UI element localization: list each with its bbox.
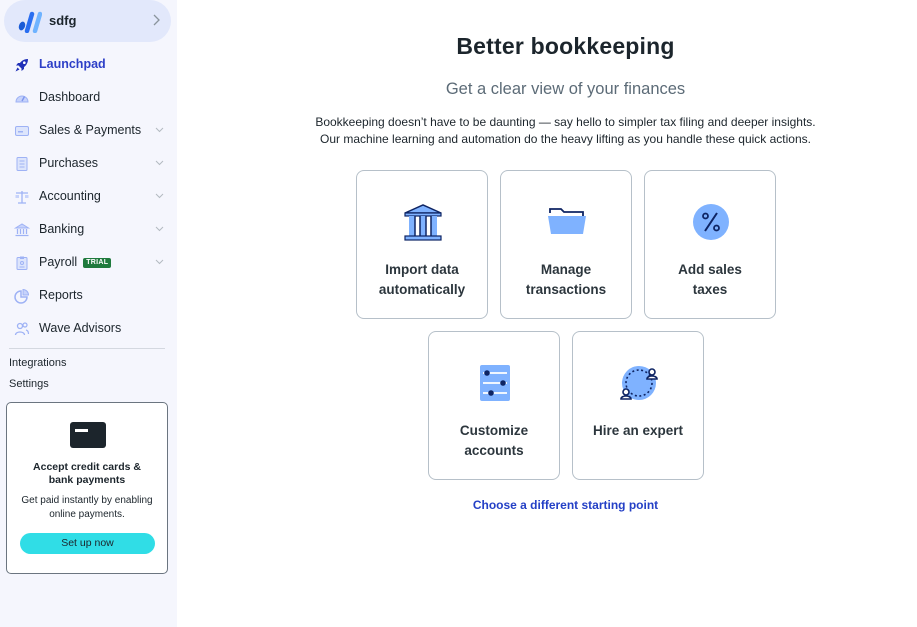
folder-icon bbox=[548, 208, 586, 234]
tile-label-line-1: Hire an expert bbox=[592, 423, 684, 438]
sidebar-item-reports[interactable]: Reports bbox=[0, 279, 177, 312]
business-name: sdfg bbox=[49, 13, 77, 28]
tile-label-line-1: Customize bbox=[459, 423, 529, 438]
tile-add-sales-taxes[interactable]: Add sales taxes bbox=[644, 170, 776, 319]
expert-exchange-icon bbox=[620, 366, 658, 400]
sidebar-item-wave-advisors[interactable]: Wave Advisors bbox=[0, 312, 177, 345]
scale-icon bbox=[15, 191, 29, 204]
rocket-icon bbox=[15, 59, 28, 72]
sidebar-item-label: Purchases bbox=[39, 156, 99, 170]
trial-badge: TRIAL bbox=[83, 258, 112, 268]
sidebar-divider bbox=[9, 348, 165, 349]
credit-card-icon bbox=[15, 126, 29, 136]
tile-label-line-1: Import data bbox=[385, 262, 459, 277]
sidebar-item-accounting[interactable]: Accounting bbox=[0, 180, 177, 213]
sidebar-item-purchases[interactable]: Purchases bbox=[0, 147, 177, 180]
chevron-down-icon[interactable] bbox=[155, 226, 164, 232]
sidebar-item-dashboard[interactable]: Dashboard bbox=[0, 81, 177, 114]
chevron-down-icon[interactable] bbox=[155, 193, 164, 199]
chevron-down-icon[interactable] bbox=[155, 259, 164, 265]
tile-customize-accounts[interactable]: Customize accounts bbox=[428, 331, 560, 480]
tile-import-data[interactable]: Import data automatically bbox=[356, 170, 488, 319]
sidebar-item-label: Payroll TRIAL bbox=[39, 255, 112, 269]
tile-label-line-1: Add sales bbox=[678, 262, 742, 277]
chevron-down-icon[interactable] bbox=[155, 127, 164, 133]
integrations-link[interactable]: Integrations bbox=[9, 357, 66, 369]
sidebar-item-sales-payments[interactable]: Sales & Payments bbox=[0, 114, 177, 147]
sidebar-item-label: Dashboard bbox=[39, 90, 101, 104]
bank-icon bbox=[14, 223, 30, 237]
main-content: Better bookkeeping Get a clear view of y… bbox=[177, 0, 917, 627]
tile-label: Import data automatically bbox=[357, 260, 487, 300]
sidebar-nav: Launchpad Dashboard Sales & Payments Pur… bbox=[0, 48, 177, 345]
sidebar: sdfg Launchpad Dashboard Sales & Payment… bbox=[0, 0, 177, 627]
settings-link[interactable]: Settings bbox=[9, 378, 49, 390]
choose-different-starting-point-link[interactable]: Choose a different starting point bbox=[177, 498, 917, 512]
list-settings-icon bbox=[480, 365, 510, 401]
payments-promo-card: Accept credit cards & bank payments Get … bbox=[6, 402, 168, 574]
set-up-now-button[interactable]: Set up now bbox=[20, 533, 155, 554]
sidebar-item-label: Accounting bbox=[39, 189, 101, 203]
description-line-2: Our machine learning and automation do t… bbox=[320, 131, 811, 146]
wave-logo-icon bbox=[18, 11, 42, 33]
chevron-down-icon[interactable] bbox=[155, 160, 164, 166]
promo-title: Accept credit cards & bank payments bbox=[33, 461, 141, 486]
sidebar-item-label: Banking bbox=[39, 222, 85, 236]
tile-hire-an-expert[interactable]: Hire an expert bbox=[572, 331, 704, 480]
tile-label-line-2: taxes bbox=[692, 282, 728, 297]
sidebar-item-banking[interactable]: Banking bbox=[0, 213, 177, 246]
tile-label-line-2: transactions bbox=[525, 282, 607, 297]
credit-card-icon bbox=[70, 422, 106, 448]
tile-label: Hire an expert bbox=[573, 421, 703, 441]
payroll-label: Payroll bbox=[39, 255, 78, 269]
pie-chart-icon bbox=[14, 288, 30, 304]
description-line-1: Bookkeeping doesn’t have to be daunting … bbox=[315, 115, 816, 129]
clipboard-icon bbox=[16, 256, 28, 270]
sidebar-item-label: Wave Advisors bbox=[39, 321, 122, 335]
page-subtitle: Get a clear view of your finances bbox=[445, 80, 686, 98]
business-switcher[interactable]: sdfg bbox=[4, 0, 171, 42]
tile-label-line-2: automatically bbox=[378, 282, 466, 297]
chevron-right-icon bbox=[153, 14, 160, 26]
tile-label: Manage transactions bbox=[501, 260, 631, 300]
sidebar-item-label: Launchpad bbox=[39, 57, 106, 71]
tile-label: Add sales taxes bbox=[645, 260, 775, 300]
sidebar-item-payroll[interactable]: Payroll TRIAL bbox=[0, 246, 177, 279]
tile-label: Customize accounts bbox=[429, 421, 559, 461]
sidebar-item-label: Sales & Payments bbox=[39, 123, 142, 137]
bank-building-icon bbox=[404, 204, 442, 241]
promo-description: Get paid instantly by enabling online pa… bbox=[21, 495, 153, 520]
tile-label-line-2: accounts bbox=[464, 443, 524, 458]
users-icon bbox=[14, 322, 30, 336]
sidebar-item-launchpad[interactable]: Launchpad bbox=[0, 48, 177, 81]
page-description: Bookkeeping doesn’t have to be daunting … bbox=[177, 114, 917, 147]
sidebar-item-label: Reports bbox=[39, 288, 83, 302]
page-title: Better bookkeeping bbox=[456, 33, 675, 59]
percent-icon bbox=[693, 204, 729, 240]
receipt-icon bbox=[16, 157, 28, 171]
tile-manage-transactions[interactable]: Manage transactions bbox=[500, 170, 632, 319]
gauge-icon bbox=[15, 95, 29, 103]
tile-label-line-1: Manage bbox=[540, 262, 592, 277]
